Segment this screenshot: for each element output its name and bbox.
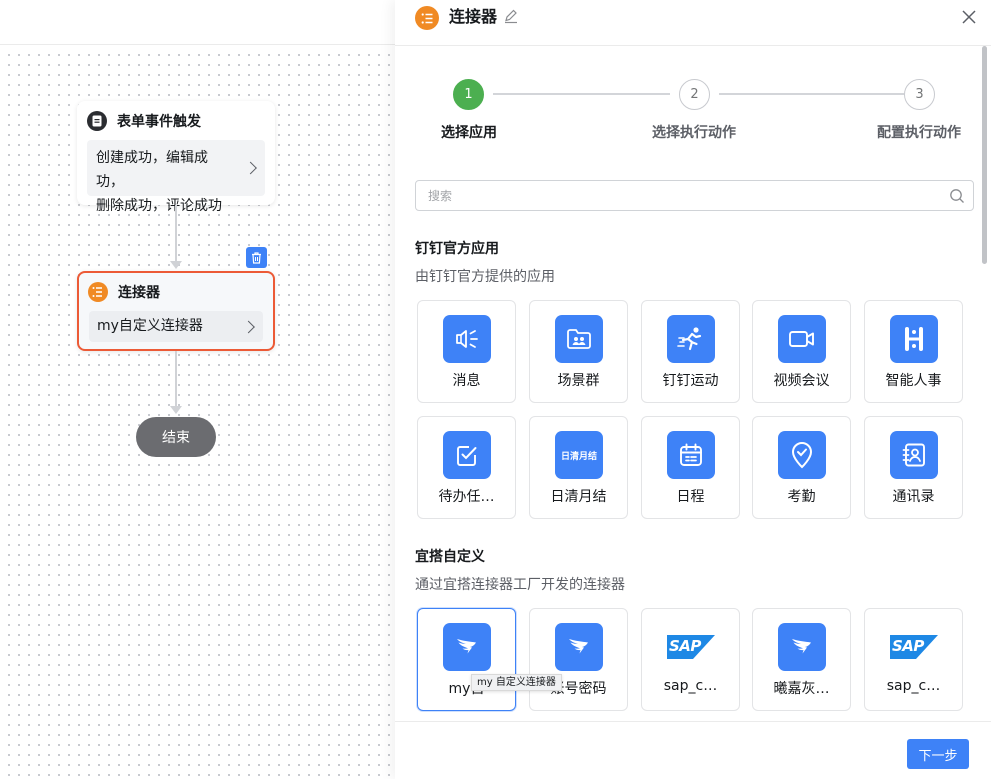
- app-label: 消息: [452, 373, 481, 389]
- connector-drawer: 连接器 1 2 3 选择应用 选择执行动作 配置执行动作 钉钉官方应用 由钉钉官…: [395, 0, 991, 779]
- trigger-node-title: 表单事件触发: [117, 114, 201, 130]
- trigger-events-line2: 删除成功，评论成功: [96, 198, 222, 214]
- step-2-label: 选择执行动作: [652, 125, 736, 141]
- trigger-events-line1: 创建成功，编辑成功，: [96, 150, 208, 190]
- custom-apps-desc: 通过宜搭连接器工厂开发的连接器: [415, 577, 625, 593]
- chevron-right-icon: [244, 161, 257, 175]
- step-3-label: 配置执行动作: [877, 125, 961, 141]
- app-card-sap-1[interactable]: SAP sap_c…: [641, 608, 740, 711]
- end-node[interactable]: 结束: [136, 417, 216, 457]
- location-check-icon: [778, 431, 826, 479]
- sap-logo-text: SAP: [892, 637, 924, 655]
- delete-node-button[interactable]: [246, 247, 267, 268]
- trigger-node-config[interactable]: 创建成功，编辑成功， 删除成功，评论成功: [87, 140, 265, 214]
- drawer-header: 连接器: [395, 0, 991, 46]
- sap-logo-text: SAP: [669, 637, 701, 655]
- app-card-todo[interactable]: 待办任…: [417, 416, 516, 519]
- step-2-dot: 2: [679, 79, 710, 110]
- app-label: 智能人事: [885, 373, 942, 389]
- close-icon[interactable]: [960, 8, 978, 26]
- trigger-node[interactable]: 表单事件触发 创建成功，编辑成功， 删除成功，评论成功: [77, 101, 275, 214]
- app-label: 曦嘉灰…: [773, 681, 830, 697]
- daily-monthly-icon: 日清月结: [555, 431, 603, 479]
- app-card-attendance[interactable]: 考勤: [752, 416, 851, 519]
- app-card-contacts[interactable]: 通讯录: [864, 416, 963, 519]
- speaker-icon: [443, 315, 491, 363]
- app-card-sports[interactable]: 钉钉运动: [641, 300, 740, 403]
- connector-icon: [88, 282, 108, 302]
- running-icon: [667, 315, 715, 363]
- app-label: 场景群: [557, 373, 600, 389]
- app-card-my-custom-connector[interactable]: my自: [417, 608, 516, 711]
- hr-icon: [890, 315, 938, 363]
- dingtalk-logo-icon: [443, 623, 491, 671]
- edit-pencil-icon[interactable]: [503, 8, 519, 24]
- flow-canvas[interactable]: 表单事件触发 创建成功，编辑成功， 删除成功，评论成功 连接器 my自定义连接器…: [0, 0, 395, 779]
- official-apps-title: 钉钉官方应用: [415, 241, 499, 257]
- connector-node-header: 连接器: [88, 282, 160, 302]
- drawer-title: 连接器: [449, 7, 498, 26]
- trigger-node-header: 表单事件触发: [87, 111, 201, 131]
- stepper: 1 2 3 选择应用 选择执行动作 配置执行动作: [395, 46, 991, 156]
- sap-logo-icon: SAP: [667, 623, 715, 671]
- calendar-icon: [667, 431, 715, 479]
- canvas-toolbar: [0, 0, 395, 45]
- official-apps-desc: 由钉钉官方提供的应用: [415, 269, 555, 285]
- search-input[interactable]: [416, 181, 936, 210]
- drawer-scrollbar[interactable]: [982, 46, 987, 264]
- app-card-sap-2[interactable]: SAP sap_c…: [864, 608, 963, 711]
- app-label: sap_c…: [663, 678, 718, 694]
- app-label: 日清月结: [550, 489, 607, 505]
- dingtalk-logo-icon: [778, 623, 826, 671]
- sap-logo-icon: SAP: [890, 623, 938, 671]
- step-3-dot: 3: [904, 79, 935, 110]
- app-card-video-meeting[interactable]: 视频会议: [752, 300, 851, 403]
- daily-monthly-icon-text: 日清月结: [560, 451, 597, 462]
- todo-check-icon: [443, 431, 491, 479]
- custom-apps-title: 宜搭自定义: [415, 549, 485, 565]
- dingtalk-logo-icon: [555, 623, 603, 671]
- app-label: 考勤: [787, 489, 816, 505]
- connector-name-tooltip: my 自定义连接器: [471, 674, 562, 691]
- connector-node-title: 连接器: [118, 285, 160, 301]
- app-label: 待办任…: [438, 489, 495, 505]
- next-step-button[interactable]: 下一步: [907, 739, 969, 769]
- app-card-daily-monthly[interactable]: 日清月结 日清月结: [529, 416, 628, 519]
- video-camera-icon: [778, 315, 826, 363]
- form-document-icon: [87, 111, 107, 131]
- flow-arrow-icon: [170, 406, 182, 414]
- app-label: 日程: [676, 489, 705, 505]
- connector-node[interactable]: 连接器 my自定义连接器: [77, 271, 275, 351]
- drawer-footer: 下一步: [395, 721, 991, 779]
- flow-arrow-icon: [170, 261, 182, 269]
- connector-node-value: my自定义连接器: [97, 318, 203, 334]
- connector-node-config[interactable]: my自定义连接器: [89, 311, 263, 342]
- step-1-label: 选择应用: [441, 125, 497, 141]
- flow-edge: [175, 351, 177, 409]
- chevron-right-icon: [242, 320, 255, 333]
- step-1-dot: 1: [453, 79, 484, 110]
- app-label: 通讯录: [892, 489, 935, 505]
- app-label: 视频会议: [773, 373, 830, 389]
- app-search-box: [415, 180, 974, 211]
- app-label: 钉钉运动: [662, 373, 719, 389]
- search-icon[interactable]: [949, 188, 965, 204]
- contacts-icon: [890, 431, 938, 479]
- app-label: sap_c…: [886, 678, 941, 694]
- app-card-account-password[interactable]: 账号密码: [529, 608, 628, 711]
- connector-icon: [415, 6, 439, 30]
- app-card-schedule[interactable]: 日程: [641, 416, 740, 519]
- app-card-xijia[interactable]: 曦嘉灰…: [752, 608, 851, 711]
- flow-edge: [175, 205, 177, 263]
- app-card-scene-group[interactable]: 场景群: [529, 300, 628, 403]
- step-connector-line: [493, 93, 670, 95]
- app-card-smart-hr[interactable]: 智能人事: [864, 300, 963, 403]
- trash-icon: [252, 251, 261, 264]
- step-connector-line: [719, 93, 904, 95]
- group-folder-icon: [555, 315, 603, 363]
- app-card-message[interactable]: 消息: [417, 300, 516, 403]
